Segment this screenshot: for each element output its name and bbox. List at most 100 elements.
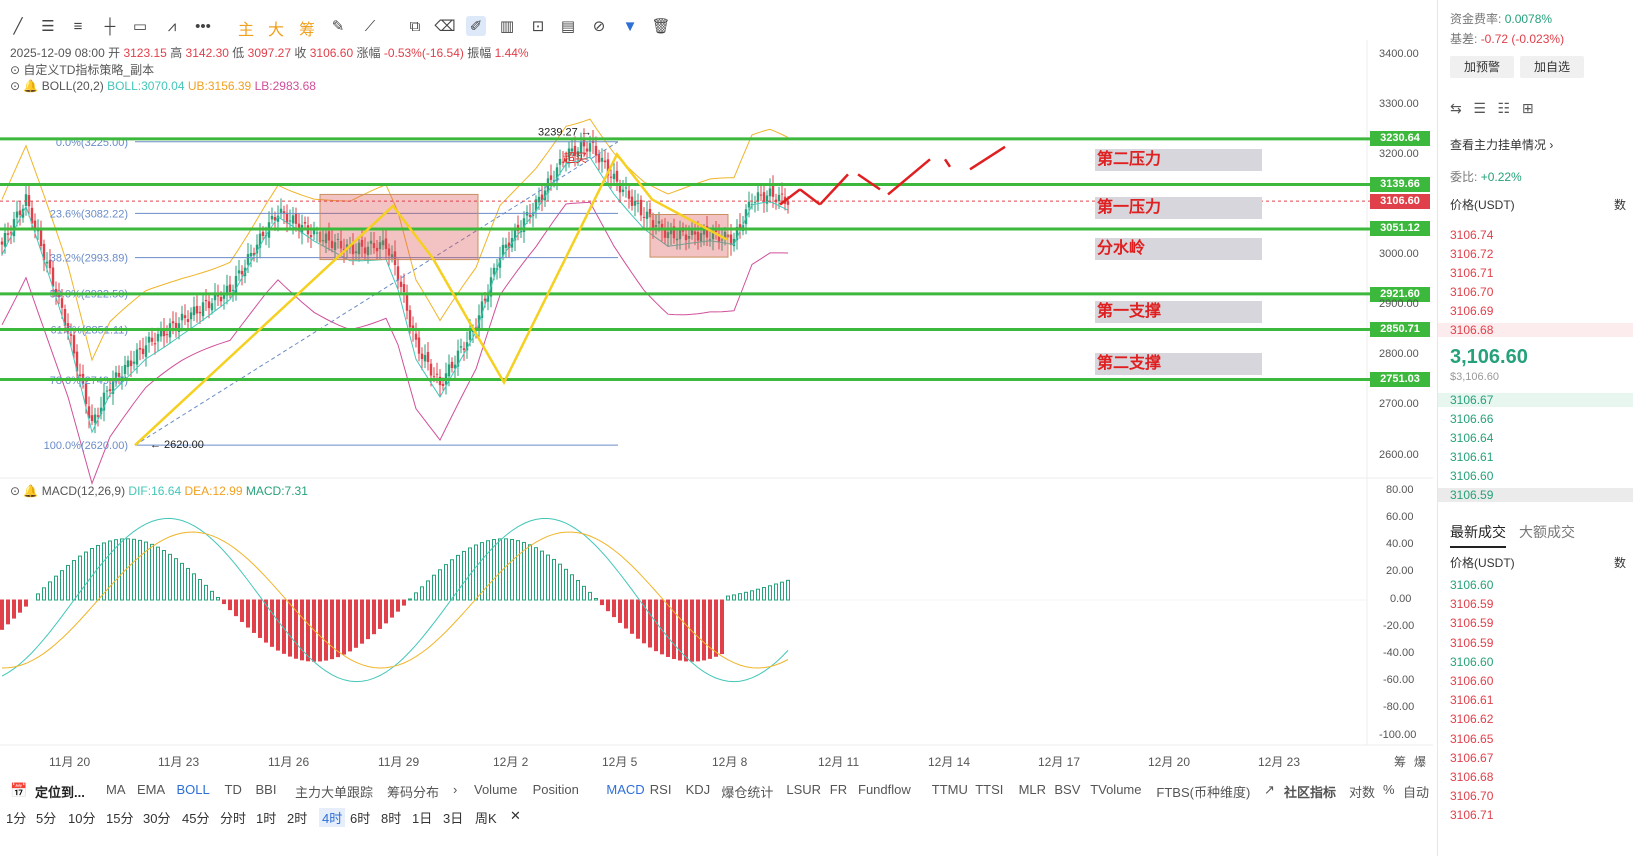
macd-row[interactable]: ⊙ 🔔 MACD(12,26,9) DIF:16.64 DEA:12.99 MA… [10,484,308,498]
timeframe-5分[interactable]: 5分 [36,808,56,827]
timeframe-1日[interactable]: 1日 [412,808,432,827]
candle-body [123,364,127,375]
corner-label[interactable]: 筹 [1394,753,1406,770]
boll-row[interactable]: ⊙ 🔔 BOLL(20,2) BOLL:3070.04 UB:3156.39 L… [10,79,316,93]
trade-row[interactable]: 3106.65 [1450,732,1493,746]
trade-row[interactable]: 3106.60 [1450,674,1493,688]
chart-area[interactable]: ╱ ☰ ≡ ┼ ▭ ⩘ ••• 主 大 筹 ✎ ⟋ ⧉ ⌫ ✐ ▥ ⊡ ▤ ⊘ … [0,0,1433,780]
candle-body [210,303,214,311]
log-toggle[interactable]: 对数 [1349,782,1375,801]
bid-row[interactable]: 3106.67 [1438,393,1633,407]
sub-indicator-爆仓统计[interactable]: 爆仓统计 [721,782,773,801]
trade-row[interactable]: 3106.60 [1450,578,1493,592]
corner-label[interactable]: 爆 [1414,753,1426,770]
sub-indicator-ttmu[interactable]: TTMU [932,782,968,797]
sub-indicator-ftbs(币种维度)[interactable]: FTBS(币种维度) [1156,782,1250,801]
timeframe-15分[interactable]: 15分 [106,808,133,827]
auto-toggle[interactable]: 自动 [1403,782,1429,801]
ask-row[interactable]: 3106.72 [1450,247,1493,261]
strategy-row[interactable]: ⊙ 自定义TD指标策略_副本 [10,61,154,78]
orderbook-link[interactable]: 查看主力挂单情况 › [1450,136,1553,153]
x-axis-label: 12月 20 [1148,755,1191,769]
sub-indicator-ttsi[interactable]: TTSI [975,782,1003,797]
open-value: 3123.15 [123,46,167,60]
percent-toggle[interactable]: % [1383,782,1395,797]
macd-histogram-bar [192,573,196,601]
collapse-icon[interactable]: ⊙ [10,63,20,77]
timeframe-6时[interactable]: 6时 [350,808,370,827]
orderbook-layout-icons[interactable]: ⇆ ☰ ☷ ⊞ [1450,100,1534,117]
timeframe-分时[interactable]: 分时 [220,808,246,827]
trade-row[interactable]: 3106.59 [1450,597,1493,611]
ask-row[interactable]: 3106.69 [1450,304,1493,318]
sub-indicator-bsv[interactable]: BSV [1054,782,1080,797]
sub-indicator-rsi[interactable]: RSI [650,782,672,797]
trade-row[interactable]: 3106.67 [1450,751,1493,765]
trade-row[interactable]: 3106.68 [1450,770,1493,784]
timeframe-4时[interactable]: 4时 [319,808,346,827]
trade-row[interactable]: 3106.62 [1450,712,1493,726]
timeframe-1时[interactable]: 1时 [256,808,276,827]
tab-latest-trades[interactable]: 最新成交 [1450,522,1506,548]
locate-button[interactable]: 定位到... [35,782,85,801]
add-alert-button[interactable]: 加预警 [1450,56,1514,78]
sub-indicator-macd[interactable]: MACD [606,782,644,797]
community-indicators[interactable]: 社区指标 [1284,782,1336,801]
indicator-筹码分布[interactable]: 筹码分布 [387,782,439,801]
bell-icon[interactable]: 🔔 [23,484,38,498]
community-icon[interactable]: ↗ [1264,782,1275,798]
timeframe-1分[interactable]: 1分 [6,808,26,827]
ask-row[interactable]: 3106.71 [1450,266,1493,280]
collapse-icon[interactable]: ⊙ [10,79,20,93]
indicator-主力大单跟踪[interactable]: 主力大单跟踪 [295,782,373,801]
timeframe-8时[interactable]: 8时 [381,808,401,827]
collapse-icon[interactable]: ⊙ [10,484,20,498]
trade-row[interactable]: 3106.59 [1450,636,1493,650]
more-main-indicators[interactable]: › [453,782,457,797]
indicator-td[interactable]: TD [225,782,242,797]
timeframe-45分[interactable]: 45分 [182,808,209,827]
bid-row[interactable]: 3106.66 [1450,412,1493,426]
sub-indicator-volume[interactable]: Volume [474,782,517,797]
trade-row[interactable]: 3106.59 [1450,616,1493,630]
y-axis-label: 2800.00 [1379,348,1419,360]
macd-histogram-bar [390,599,394,618]
ask-row[interactable]: 3106.70 [1450,285,1493,299]
timeframe-10分[interactable]: 10分 [68,808,95,827]
more-sub-indicators[interactable]: › [1299,782,1303,797]
timeframe-30分[interactable]: 30分 [143,808,170,827]
sub-indicator-mlr[interactable]: MLR [1019,782,1046,797]
macd-histogram-bar [402,599,406,606]
calendar-icon[interactable]: 📅 [10,782,27,799]
close-icon[interactable]: ✕ [510,808,521,824]
sub-indicator-position[interactable]: Position [533,782,579,797]
trade-row[interactable]: 3106.70 [1450,789,1493,803]
bid-row[interactable]: 3106.64 [1450,431,1493,445]
timeframe-2时[interactable]: 2时 [287,808,307,827]
sub-indicator-fr[interactable]: FR [830,782,847,797]
sub-indicator-tvolume[interactable]: TVolume [1090,782,1141,797]
bid-row[interactable]: 3106.59 [1438,488,1633,502]
trade-row[interactable]: 3106.60 [1450,655,1493,669]
price-chart-svg[interactable]: 0.0%(3225.00)23.6%(3082.22)38.2%(2993.89… [0,0,1433,780]
candle-body [105,390,109,392]
timeframe-3日[interactable]: 3日 [443,808,463,827]
indicator-ema[interactable]: EMA [137,782,165,797]
add-watchlist-button[interactable]: 加自选 [1520,56,1584,78]
indicator-bbi[interactable]: BBI [256,782,277,797]
candle-body [45,261,49,264]
bid-row[interactable]: 3106.61 [1450,450,1493,464]
bell-icon[interactable]: 🔔 [23,79,38,93]
indicator-ma[interactable]: MA [106,782,126,797]
timeframe-周K[interactable]: 周K [475,808,497,827]
bid-row[interactable]: 3106.60 [1450,469,1493,483]
sub-indicator-fundflow[interactable]: Fundflow [858,782,911,797]
sub-indicator-kdj[interactable]: KDJ [686,782,711,797]
indicator-boll[interactable]: BOLL [177,782,210,797]
sub-indicator-lsur[interactable]: LSUR [786,782,821,797]
trade-row[interactable]: 3106.71 [1450,808,1493,822]
ask-row[interactable]: 3106.68 [1438,323,1633,337]
trade-row[interactable]: 3106.61 [1450,693,1493,707]
ask-row[interactable]: 3106.74 [1450,228,1493,242]
tab-big-trades[interactable]: 大额成交 [1519,522,1575,542]
